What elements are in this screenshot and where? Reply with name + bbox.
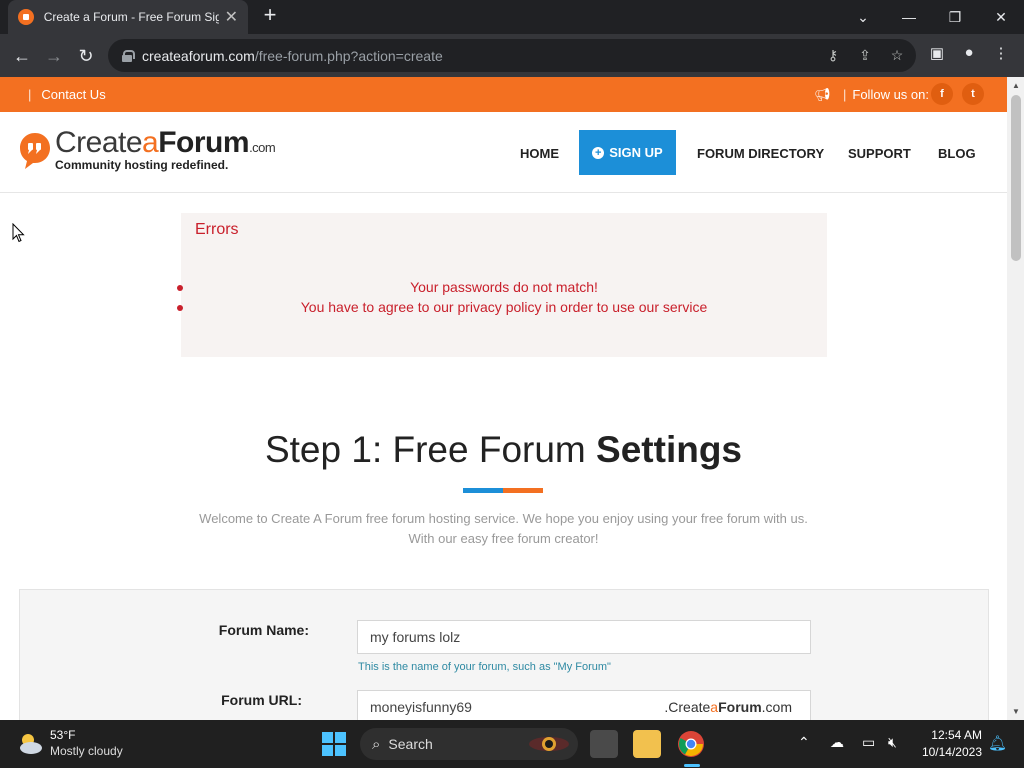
- separator: |: [28, 87, 32, 102]
- step-title-bold: Settings: [596, 429, 743, 470]
- error-list: Your passwords do not match! You have to…: [177, 279, 827, 319]
- search-highlight-icon: [529, 737, 569, 751]
- nav-home[interactable]: HOME: [520, 146, 559, 161]
- logo-dotcom: .com: [249, 140, 276, 155]
- weather-temperature: 53°F: [50, 728, 76, 742]
- forum-name-value: my forums lolz: [370, 629, 461, 645]
- contact-us-link[interactable]: | Contact Us: [28, 87, 106, 102]
- onedrive-icon[interactable]: ☁: [830, 734, 844, 751]
- weather-description: Mostly cloudy: [50, 744, 123, 758]
- forum-name-input[interactable]: my forums lolz: [357, 620, 811, 654]
- tab-title: Create a Forum - Free Forum Sig: [43, 10, 219, 24]
- tab-search-chevron-icon[interactable]: ⌄: [840, 0, 886, 34]
- active-app-indicator: [684, 764, 700, 767]
- contact-us-label: Contact Us: [41, 87, 106, 102]
- bullet: [177, 285, 183, 291]
- reload-icon[interactable]: ↻: [72, 42, 100, 70]
- page-scrollbar[interactable]: ▲ ▼: [1007, 77, 1024, 720]
- error-text: You have to agree to our privacy policy …: [300, 299, 708, 315]
- forum-url-suffix: .CreateaForum.com: [664, 699, 792, 715]
- logo-wordmark[interactable]: CreateaForum.com: [55, 126, 276, 160]
- logo-forum: Forum: [158, 126, 250, 159]
- errors-title: Errors: [195, 221, 239, 238]
- clock-date[interactable]: 10/14/2023: [918, 745, 982, 759]
- file-explorer-icon[interactable]: [633, 730, 661, 758]
- forward-arrow-icon[interactable]: →: [40, 42, 68, 70]
- twitter-icon[interactable]: t: [962, 83, 984, 105]
- follow-us-label: | Follow us on:: [843, 87, 929, 102]
- forum-name-help: This is the name of your forum, such as …: [358, 661, 611, 673]
- url-path: /free-forum.php?action=create: [254, 47, 443, 64]
- lock-icon: [122, 49, 135, 62]
- tab-close-icon[interactable]: ✕: [225, 7, 238, 27]
- forum-settings-form: Forum Name: my forums lolz This is the n…: [19, 589, 989, 720]
- error-box: Errors Your passwords do not match! You …: [177, 213, 827, 357]
- key-icon[interactable]: ⚷: [824, 47, 842, 65]
- taskbar-search[interactable]: ⌕ Search: [360, 728, 578, 760]
- nav-blog[interactable]: BLOG: [938, 146, 976, 161]
- search-icon: ⌕: [372, 735, 381, 753]
- share-icon[interactable]: ⇪: [856, 47, 874, 65]
- plus-circle-icon: +: [592, 146, 605, 159]
- step-title-light: Step 1: Free Forum: [264, 429, 597, 470]
- new-tab-icon[interactable]: +: [258, 4, 282, 28]
- follow-text: Follow us on:: [852, 87, 929, 102]
- bookmark-star-icon[interactable]: ☆: [888, 47, 906, 65]
- volume-muted-icon[interactable]: 🔇︎: [888, 734, 897, 751]
- browser-tab-strip: Create a Forum - Free Forum Sig ✕ + ⌄ — …: [0, 0, 1024, 34]
- windows-taskbar: 53°F Mostly cloudy ⌕ Search ⌃ ☁ ▭ 🔇︎ 12:…: [0, 720, 1024, 768]
- back-arrow-icon[interactable]: ←: [8, 42, 36, 70]
- mouse-pointer-icon: [12, 223, 25, 243]
- error-item: You have to agree to our privacy policy …: [177, 299, 827, 319]
- createaforum-logo-icon[interactable]: [19, 132, 51, 170]
- nav-support[interactable]: SUPPORT: [848, 146, 911, 161]
- welcome-line-2: With our easy free forum creator!: [408, 531, 599, 546]
- top-strip: | Contact Us 📢︎ | Follow us on: f t: [0, 77, 1007, 112]
- logo-create: Create: [55, 126, 143, 159]
- forum-url-value: moneyisfunny69: [370, 699, 472, 715]
- browser-toolbar: ← → ↻ createaforum.com /free-forum.php?a…: [0, 34, 1024, 77]
- close-window-icon[interactable]: ✕: [978, 0, 1024, 34]
- minimize-icon[interactable]: —: [886, 0, 932, 34]
- address-bar[interactable]: createaforum.com /free-forum.php?action=…: [108, 39, 916, 72]
- sign-up-label: SIGN UP: [609, 145, 663, 160]
- logo-tagline: Community hosting redefined.: [55, 158, 229, 172]
- url-host: createaforum.com: [142, 47, 255, 64]
- forum-url-label: Forum URL:: [221, 692, 302, 708]
- sign-up-button[interactable]: + SIGN UP: [579, 130, 676, 175]
- title-divider: [463, 488, 543, 493]
- step-title: Step 1: Free Forum Settings: [0, 429, 1007, 471]
- side-panel-icon[interactable]: ▣: [926, 44, 948, 66]
- show-hidden-icons-icon[interactable]: ⌃: [798, 734, 810, 751]
- megaphone-icon: 📢︎: [814, 87, 831, 102]
- scroll-up-arrow-icon[interactable]: ▲: [1011, 81, 1021, 91]
- clock-time[interactable]: 12:54 AM: [920, 728, 982, 742]
- notification-bell-icon[interactable]: 🔔︎: [988, 734, 1007, 752]
- search-label: Search: [388, 736, 433, 752]
- cloudy-weather-icon[interactable]: [16, 729, 44, 757]
- task-view-icon[interactable]: [590, 730, 618, 758]
- error-item: Your passwords do not match!: [177, 279, 827, 299]
- facebook-icon[interactable]: f: [931, 83, 953, 105]
- forum-name-label: Forum Name:: [218, 622, 309, 638]
- scroll-down-arrow-icon[interactable]: ▼: [1011, 707, 1021, 717]
- nav-forum-directory[interactable]: FORUM DIRECTORY: [697, 146, 824, 161]
- browser-tab[interactable]: Create a Forum - Free Forum Sig ✕: [8, 0, 248, 34]
- network-icon[interactable]: ▭: [862, 734, 875, 751]
- chrome-icon[interactable]: [677, 730, 705, 758]
- menu-dots-icon[interactable]: ⋮: [990, 44, 1012, 66]
- welcome-text: Welcome to Create A Forum free forum hos…: [0, 509, 1007, 549]
- forum-url-input[interactable]: moneyisfunny69 .CreateaForum.com: [357, 690, 811, 720]
- error-text: Your passwords do not match!: [410, 279, 598, 295]
- windows-start-icon[interactable]: [322, 732, 346, 756]
- welcome-line-1: Welcome to Create A Forum free forum hos…: [199, 511, 808, 526]
- site-favicon-icon: [18, 9, 34, 25]
- bullet: [177, 305, 183, 311]
- scroll-thumb[interactable]: [1011, 95, 1021, 261]
- logo-a: a: [142, 126, 159, 159]
- web-page: | Contact Us 📢︎ | Follow us on: f t Create…: [0, 77, 1007, 720]
- restore-icon[interactable]: ❐: [932, 0, 978, 34]
- profile-icon[interactable]: ●: [958, 44, 980, 66]
